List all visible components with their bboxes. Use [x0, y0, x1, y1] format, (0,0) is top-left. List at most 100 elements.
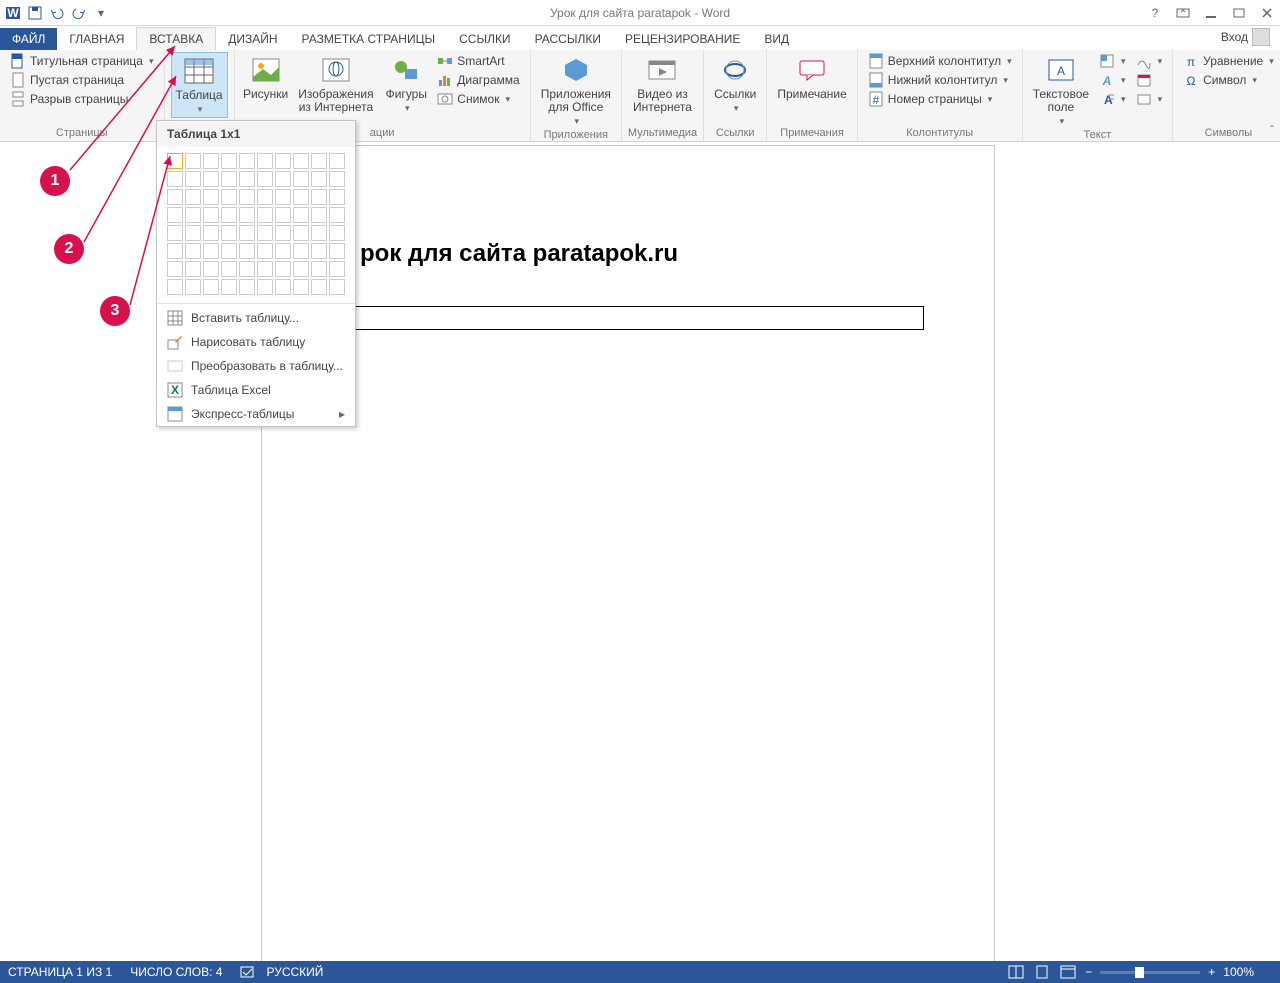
grid-cell[interactable] [311, 171, 327, 187]
grid-cell[interactable] [257, 207, 273, 223]
grid-cell[interactable] [329, 171, 345, 187]
tab-review[interactable]: РЕЦЕНЗИРОВАНИЕ [613, 28, 752, 50]
read-mode-icon[interactable] [1007, 963, 1025, 981]
signature-button[interactable]: ▾ [1132, 52, 1167, 70]
maximize-icon[interactable] [1230, 4, 1248, 22]
grid-cell[interactable] [293, 171, 309, 187]
grid-cell[interactable] [239, 171, 255, 187]
links-button[interactable]: Ссылки▾ [710, 52, 760, 116]
document-table[interactable] [336, 306, 924, 330]
zoom-slider[interactable] [1100, 971, 1200, 974]
document-page[interactable]: рок для сайта paratapok.ru [262, 146, 994, 961]
grid-cell[interactable] [257, 225, 273, 241]
header-button[interactable]: Верхний колонтитул▾ [864, 52, 1016, 70]
collapse-ribbon-icon[interactable]: ˆ [1270, 123, 1274, 137]
help-icon[interactable]: ? [1146, 4, 1164, 22]
pictures-button[interactable]: Рисунки [241, 52, 291, 116]
grid-cell[interactable] [203, 189, 219, 205]
grid-cell[interactable] [293, 225, 309, 241]
grid-cell[interactable] [221, 171, 237, 187]
grid-cell[interactable] [185, 207, 201, 223]
grid-cell[interactable] [257, 189, 273, 205]
grid-cell[interactable] [275, 171, 291, 187]
grid-cell[interactable] [185, 243, 201, 259]
wordart-button[interactable]: A▾ [1095, 71, 1130, 89]
grid-cell[interactable] [293, 207, 309, 223]
grid-cell[interactable] [275, 189, 291, 205]
grid-cell[interactable] [203, 207, 219, 223]
tab-mailings[interactable]: РАССЫЛКИ [523, 28, 613, 50]
tab-references[interactable]: ССЫЛКИ [447, 28, 522, 50]
grid-cell[interactable] [311, 189, 327, 205]
quick-tables-item[interactable]: Экспресс-таблицы▸ [157, 402, 355, 426]
grid-cell[interactable] [311, 279, 327, 295]
zoom-in-icon[interactable]: + [1208, 965, 1215, 979]
grid-cell[interactable] [329, 279, 345, 295]
grid-cell[interactable] [239, 279, 255, 295]
login-area[interactable]: Вход [1221, 28, 1270, 46]
tab-view[interactable]: ВИД [752, 28, 801, 50]
grid-cell[interactable] [239, 207, 255, 223]
object-button[interactable]: ▾ [1132, 90, 1167, 108]
undo-icon[interactable] [48, 4, 66, 22]
online-pictures-button[interactable]: Изображения из Интернета [293, 52, 380, 116]
grid-cell[interactable] [203, 261, 219, 277]
redo-icon[interactable] [70, 4, 88, 22]
insert-table-item[interactable]: Вставить таблицу... [157, 306, 355, 330]
web-layout-icon[interactable] [1059, 963, 1077, 981]
grid-cell[interactable] [257, 243, 273, 259]
grid-cell[interactable] [293, 261, 309, 277]
grid-cell[interactable] [329, 261, 345, 277]
grid-cell[interactable] [221, 279, 237, 295]
grid-cell[interactable] [203, 171, 219, 187]
grid-cell[interactable] [329, 243, 345, 259]
grid-cell[interactable] [221, 189, 237, 205]
status-proofing[interactable] [240, 964, 256, 980]
status-words[interactable]: ЧИСЛО СЛОВ: 4 [130, 965, 222, 979]
tab-file[interactable]: ФАЙЛ [0, 28, 57, 50]
grid-cell[interactable] [311, 261, 327, 277]
status-language[interactable]: РУССКИЙ [266, 965, 323, 979]
grid-cell[interactable] [311, 225, 327, 241]
grid-cell[interactable] [293, 189, 309, 205]
screenshot-button[interactable]: Снимок▾ [433, 90, 523, 108]
qat-customize-icon[interactable]: ▾ [92, 4, 110, 22]
grid-cell[interactable] [185, 261, 201, 277]
grid-cell[interactable] [203, 279, 219, 295]
grid-cell[interactable] [203, 225, 219, 241]
status-page[interactable]: СТРАНИЦА 1 ИЗ 1 [8, 965, 112, 979]
grid-cell[interactable] [293, 279, 309, 295]
grid-cell[interactable] [257, 171, 273, 187]
smartart-button[interactable]: SmartArt [433, 52, 523, 70]
grid-cell[interactable] [239, 189, 255, 205]
save-icon[interactable] [26, 4, 44, 22]
zoom-out-icon[interactable]: − [1085, 965, 1092, 979]
symbol-button[interactable]: ΩСимвол▾ [1179, 71, 1278, 89]
comment-button[interactable]: Примечание [773, 52, 850, 103]
footer-button[interactable]: Нижний колонтитул▾ [864, 71, 1016, 89]
grid-cell[interactable] [293, 153, 309, 169]
chart-button[interactable]: Диаграмма [433, 71, 523, 89]
grid-cell[interactable] [203, 243, 219, 259]
excel-table-item[interactable]: XТаблица Excel [157, 378, 355, 402]
grid-cell[interactable] [239, 243, 255, 259]
grid-cell[interactable] [257, 279, 273, 295]
grid-cell[interactable] [275, 207, 291, 223]
quickparts-button[interactable]: ▾ [1095, 52, 1130, 70]
grid-cell[interactable] [185, 189, 201, 205]
dropcap-button[interactable]: A▾ [1095, 90, 1130, 108]
tab-layout[interactable]: РАЗМЕТКА СТРАНИЦЫ [290, 28, 448, 50]
grid-cell[interactable] [221, 261, 237, 277]
zoom-level[interactable]: 100% [1223, 965, 1254, 979]
grid-cell[interactable] [221, 207, 237, 223]
office-apps-button[interactable]: Приложения для Office▾ [537, 52, 615, 129]
close-icon[interactable] [1258, 4, 1276, 22]
grid-cell[interactable] [185, 225, 201, 241]
grid-cell[interactable] [311, 153, 327, 169]
grid-cell[interactable] [275, 279, 291, 295]
grid-cell[interactable] [329, 225, 345, 241]
grid-cell[interactable] [203, 153, 219, 169]
grid-cell[interactable] [329, 153, 345, 169]
online-video-button[interactable]: Видео из Интернета [628, 52, 697, 116]
grid-cell[interactable] [329, 207, 345, 223]
